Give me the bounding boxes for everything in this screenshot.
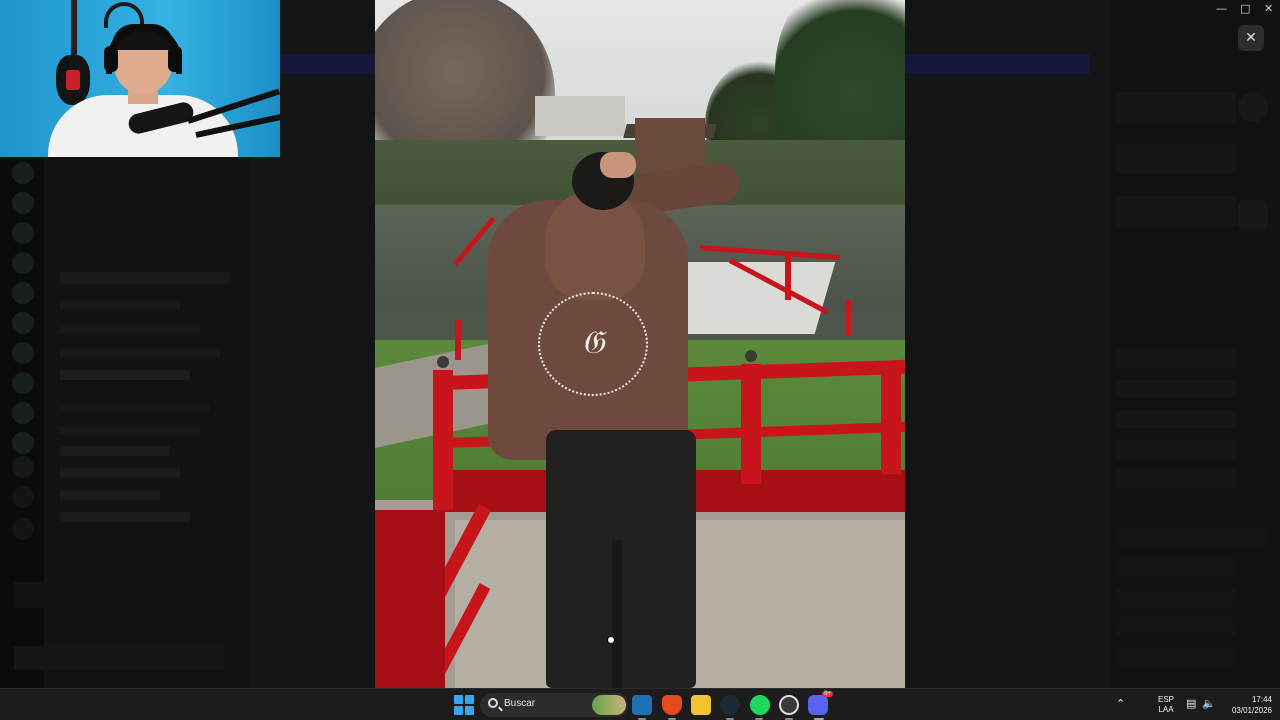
input-language[interactable]: ESP LAA	[1158, 695, 1174, 715]
close-icon[interactable]: ✕	[1238, 25, 1264, 51]
member-list	[1110, 0, 1280, 688]
taskbar: Buscar 9+ ⌃ ESP LAA ▤ 🔈 17:44 03/01/2026	[0, 688, 1280, 720]
discord-icon[interactable]: 9+	[808, 691, 833, 715]
search-icon	[488, 698, 498, 708]
server-icon[interactable]	[12, 342, 34, 364]
server-icon[interactable]	[12, 402, 34, 424]
taskbar-search[interactable]: Buscar	[480, 693, 628, 717]
server-icon[interactable]	[12, 222, 34, 244]
discover-icon[interactable]	[12, 518, 34, 540]
window-close-icon[interactable]: ✕	[1264, 2, 1273, 15]
steamvr-icon[interactable]	[779, 695, 799, 715]
network-icon[interactable]: ▤	[1186, 697, 1196, 710]
server-icon[interactable]	[12, 192, 34, 214]
server-icon[interactable]	[12, 282, 34, 304]
store-icon[interactable]	[632, 695, 652, 715]
file-explorer-icon[interactable]	[691, 695, 711, 715]
add-server-icon[interactable]	[12, 486, 34, 508]
webcam-overlay	[0, 0, 280, 157]
server-icon[interactable]	[12, 312, 34, 334]
maximize-icon[interactable]: □	[1240, 2, 1250, 15]
notification-badge: 9+	[822, 691, 833, 697]
server-list	[0, 156, 44, 688]
spotify-icon[interactable]	[750, 695, 770, 715]
volume-icon[interactable]: 🔈	[1202, 697, 1216, 710]
server-icon[interactable]	[12, 372, 34, 394]
windows-start-icon[interactable]	[454, 695, 474, 715]
brave-browser-icon[interactable]	[662, 695, 682, 715]
server-icon[interactable]	[12, 432, 34, 454]
search-input[interactable]: Buscar	[504, 698, 535, 709]
clock[interactable]: 17:44 03/01/2026	[1222, 694, 1272, 716]
server-icon[interactable]	[12, 456, 34, 478]
steam-icon[interactable]	[720, 695, 740, 715]
mouse-cursor	[607, 636, 615, 644]
search-highlight-image	[592, 695, 626, 715]
minimize-icon[interactable]: —	[1216, 2, 1227, 15]
channel-list	[14, 156, 250, 688]
server-icon[interactable]	[12, 162, 34, 184]
screen: — □ ✕ ✕ 𝔊 Buscar 9+ ⌃ ESP LAA ▤ 🔈 17:44 …	[0, 0, 1280, 720]
server-icon[interactable]	[12, 252, 34, 274]
chevron-up-icon[interactable]: ⌃	[1116, 697, 1125, 710]
